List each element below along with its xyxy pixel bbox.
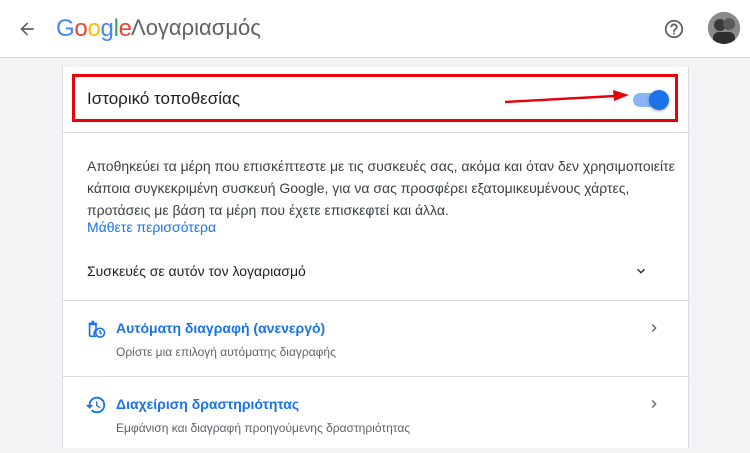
location-history-card: Ιστορικό τοποθεσίας Αποθηκεύει τα μέρη π… xyxy=(62,67,690,448)
toggle-knob xyxy=(649,90,669,110)
back-button[interactable] xyxy=(12,14,42,44)
devices-label: Συσκευές σε αυτόν τον λογαριασμό xyxy=(87,263,306,279)
help-circle-icon xyxy=(664,19,684,39)
annotation-arrow-icon xyxy=(504,90,629,104)
help-button[interactable] xyxy=(661,16,687,42)
logo-letter: o xyxy=(87,15,101,42)
history-icon xyxy=(85,396,106,414)
logo-letter: o xyxy=(74,15,88,42)
avatar-image xyxy=(708,12,740,44)
account-avatar[interactable] xyxy=(708,12,740,44)
google-logo[interactable]: Google xyxy=(56,15,132,43)
logo-letter: G xyxy=(56,15,75,42)
location-history-description: Αποθηκεύει τα μέρη που επισκέπτεστε με τ… xyxy=(87,158,675,218)
devices-expander[interactable]: Συσκευές σε αυτόν τον λογαριασμό xyxy=(63,253,690,301)
manage-activity-row[interactable]: Διαχείριση δραστηριότητας Εμφάνιση και δ… xyxy=(63,377,690,453)
chevron-down-icon xyxy=(637,268,645,274)
auto-delete-title: Αυτόματη διαγραφή (ανενεργό) xyxy=(116,320,326,336)
auto-delete-subtitle: Ορίστε μια επιλογή αυτόματης διαγραφής xyxy=(116,345,336,359)
auto-delete-row[interactable]: Αυτόματη διαγραφή (ανενεργό) Ορίστε μια … xyxy=(63,301,690,377)
auto-delete-icon xyxy=(88,320,106,338)
arrow-back-icon xyxy=(20,22,34,36)
logo-letter: e xyxy=(118,15,132,42)
manage-activity-subtitle: Εμφάνιση και διαγραφή προηγούμενης δραστ… xyxy=(116,421,411,435)
learn-more-link[interactable]: Μάθετε περισσότερα xyxy=(87,219,216,235)
manage-activity-title: Διαχείριση δραστηριότητας xyxy=(116,396,300,412)
chevron-right-icon xyxy=(651,400,657,408)
logo-letter: g xyxy=(100,15,114,42)
location-history-header: Ιστορικό τοποθεσίας xyxy=(63,67,690,133)
chevron-right-icon xyxy=(651,324,657,332)
app-header: Google Λογαριασμός xyxy=(0,0,750,58)
section-title: Ιστορικό τοποθεσίας xyxy=(87,89,241,108)
app-name: Λογαριασμός xyxy=(131,15,261,40)
location-history-toggle[interactable] xyxy=(633,89,669,110)
